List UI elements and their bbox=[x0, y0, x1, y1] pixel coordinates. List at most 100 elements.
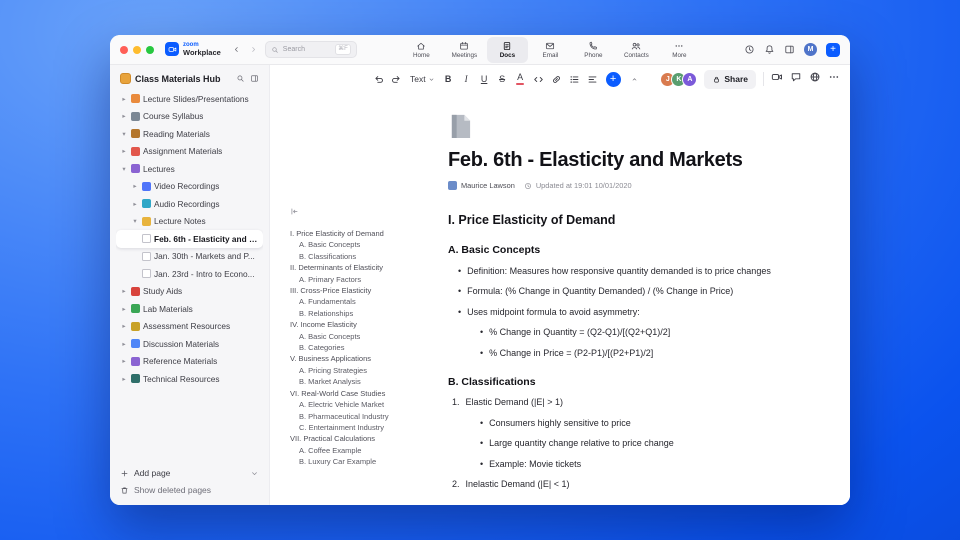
more-options-button[interactable] bbox=[828, 70, 840, 88]
chevron-right-icon[interactable]: ▸ bbox=[120, 305, 128, 313]
history-icon[interactable] bbox=[744, 44, 755, 55]
global-search-input[interactable]: Search ⌘F bbox=[264, 41, 357, 58]
chevron-right-icon[interactable]: ▸ bbox=[120, 287, 128, 295]
maximize-window-button[interactable] bbox=[146, 45, 154, 54]
language-button[interactable] bbox=[809, 70, 821, 88]
show-deleted-pages-button[interactable]: Show deleted pages bbox=[120, 485, 259, 495]
chevron-right-icon[interactable]: ▸ bbox=[120, 322, 128, 330]
nav-forward-button[interactable] bbox=[249, 45, 258, 54]
sidebar-item-study-aids[interactable]: ▸ Study Aids bbox=[116, 283, 263, 301]
outline-item-c-entertainment-industry[interactable]: C. Entertainment Industry bbox=[290, 422, 430, 433]
sidebar-item-video-recordings[interactable]: ▸ Video Recordings bbox=[116, 178, 263, 196]
chevron-down-icon[interactable]: ▾ bbox=[120, 165, 128, 173]
sidebar-item-assignment-materials[interactable]: ▸ Assignment Materials bbox=[116, 143, 263, 161]
underline-button[interactable]: U bbox=[476, 70, 493, 88]
collapse-toolbar-button[interactable] bbox=[626, 70, 643, 88]
tab-phone[interactable]: Phone bbox=[573, 37, 614, 63]
tab-meetings[interactable]: Meetings bbox=[444, 37, 485, 63]
side-panel-toggle-icon[interactable] bbox=[784, 44, 795, 55]
text-style-dropdown[interactable]: Text bbox=[406, 70, 439, 88]
chevron-right-icon[interactable]: ▸ bbox=[120, 340, 128, 348]
tab-contacts[interactable]: Contacts bbox=[616, 37, 657, 63]
outline-item-vii-practical-calculations[interactable]: VII. Practical Calculations bbox=[290, 433, 430, 444]
outline-item-b-pharmaceutical-industry[interactable]: B. Pharmaceutical Industry bbox=[290, 411, 430, 422]
chevron-right-icon[interactable]: ▸ bbox=[131, 182, 139, 190]
outline-item-b-relationships[interactable]: B. Relationships bbox=[290, 308, 430, 319]
undo-button[interactable] bbox=[370, 70, 387, 88]
outline-item-a-basic-concepts[interactable]: A. Basic Concepts bbox=[290, 331, 430, 342]
collaborator-avatar[interactable]: A bbox=[682, 71, 698, 87]
outline-item-b-categories[interactable]: B. Categories bbox=[290, 342, 430, 353]
sidebar-item-assessment-resources[interactable]: ▸ Assessment Resources bbox=[116, 318, 263, 336]
close-window-button[interactable] bbox=[120, 45, 128, 54]
user-avatar[interactable]: M bbox=[803, 43, 817, 56]
code-button[interactable] bbox=[530, 70, 547, 88]
outline-item-a-primary-factors[interactable]: A. Primary Factors bbox=[290, 274, 430, 285]
add-page-button[interactable]: Add page bbox=[120, 468, 259, 478]
link-button[interactable] bbox=[548, 70, 565, 88]
bold-button[interactable]: B bbox=[440, 70, 457, 88]
chevron-right-icon[interactable]: ▸ bbox=[120, 95, 128, 103]
sidebar-item-jan-30th-markets-and-p[interactable]: Jan. 30th - Markets and P... bbox=[116, 248, 263, 266]
outline-item-a-electric-vehicle-market[interactable]: A. Electric Vehicle Market bbox=[290, 399, 430, 410]
outline-item-b-classifications[interactable]: B. Classifications bbox=[290, 251, 430, 262]
document-canvas[interactable]: I. Price Elasticity of Demand A. Basic Co… bbox=[270, 93, 850, 505]
chevron-right-icon[interactable]: ▸ bbox=[120, 375, 128, 383]
chevron-right-icon[interactable]: ▸ bbox=[120, 357, 128, 365]
new-item-plus-button[interactable]: + bbox=[825, 42, 840, 57]
tab-home[interactable]: Home bbox=[401, 37, 442, 63]
outline-item-a-basic-concepts[interactable]: A. Basic Concepts bbox=[290, 239, 430, 250]
outline-item-i-price-elasticity-of-demand[interactable]: I. Price Elasticity of Demand bbox=[290, 228, 430, 239]
tab-more[interactable]: More bbox=[659, 37, 700, 63]
sidebar-item-feb-6th-elasticity-and-m[interactable]: Feb. 6th - Elasticity and M... bbox=[116, 230, 263, 248]
align-button[interactable] bbox=[584, 70, 601, 88]
outline-item-vi-real-world-case-studies[interactable]: VI. Real-World Case Studies bbox=[290, 388, 430, 399]
bullet-list-button[interactable] bbox=[566, 70, 583, 88]
chevron-down-icon[interactable]: ▾ bbox=[131, 217, 139, 225]
sidebar-item-technical-resources[interactable]: ▸ Technical Resources bbox=[116, 370, 263, 388]
sidebar-search-icon[interactable] bbox=[236, 74, 245, 83]
chevron-right-icon[interactable]: ▸ bbox=[120, 112, 128, 120]
strikethrough-button[interactable]: S bbox=[494, 70, 511, 88]
nav-back-button[interactable] bbox=[232, 45, 241, 54]
italic-button[interactable]: I bbox=[458, 70, 475, 88]
minimize-window-button[interactable] bbox=[133, 45, 141, 54]
redo-button[interactable] bbox=[388, 70, 405, 88]
sidebar-item-reference-materials[interactable]: ▸ Reference Materials bbox=[116, 353, 263, 371]
chevron-right-icon[interactable]: ▸ bbox=[131, 200, 139, 208]
outline-item-a-fundamentals[interactable]: A. Fundamentals bbox=[290, 296, 430, 307]
sidebar-item-course-syllabus[interactable]: ▸ Course Syllabus bbox=[116, 108, 263, 126]
sidebar-item-lecture-notes[interactable]: ▾ Lecture Notes bbox=[116, 213, 263, 231]
sidebar-item-discussion-materials[interactable]: ▸ Discussion Materials bbox=[116, 335, 263, 353]
sidebar-item-lab-materials[interactable]: ▸ Lab Materials bbox=[116, 300, 263, 318]
document-page-icon[interactable] bbox=[448, 113, 473, 140]
outline-item-b-luxury-car-example[interactable]: B. Luxury Car Example bbox=[290, 456, 430, 467]
text-color-button[interactable]: A bbox=[512, 70, 529, 88]
sidebar-item-reading-materials[interactable]: ▾ Reading Materials bbox=[116, 125, 263, 143]
tab-docs[interactable]: Docs bbox=[486, 36, 528, 63]
notifications-bell-icon[interactable] bbox=[764, 44, 775, 55]
collapse-outline-button[interactable] bbox=[290, 203, 430, 221]
sidebar-collapse-icon[interactable] bbox=[250, 74, 259, 83]
chevron-down-icon[interactable]: ▾ bbox=[120, 130, 128, 138]
sidebar-item-lecture-slides-presentations[interactable]: ▸ Lecture Slides/Presentations bbox=[116, 90, 263, 108]
outline-item-a-coffee-example[interactable]: A. Coffee Example bbox=[290, 445, 430, 456]
outline-item-ii-determinants-of-elasticity[interactable]: II. Determinants of Elasticity bbox=[290, 262, 430, 273]
sidebar-item-audio-recordings[interactable]: ▸ Audio Recordings bbox=[116, 195, 263, 213]
outline-item-a-pricing-strategies[interactable]: A. Pricing Strategies bbox=[290, 365, 430, 376]
add-page-chevron-icon[interactable] bbox=[250, 469, 259, 478]
start-video-button[interactable] bbox=[771, 70, 783, 88]
outline-item-iii-cross-price-elasticity[interactable]: III. Cross-Price Elasticity bbox=[290, 285, 430, 296]
undo-icon bbox=[373, 74, 384, 85]
outline-item-b-market-analysis[interactable]: B. Market Analysis bbox=[290, 376, 430, 387]
tab-email[interactable]: Email bbox=[530, 37, 571, 63]
comments-button[interactable] bbox=[790, 70, 802, 88]
insert-block-button[interactable]: + bbox=[605, 71, 621, 87]
sidebar-item-lectures[interactable]: ▾ Lectures bbox=[116, 160, 263, 178]
chevron-right-icon[interactable]: ▸ bbox=[120, 147, 128, 155]
share-button[interactable]: Share bbox=[704, 69, 756, 89]
sidebar-item-jan-23rd-intro-to-econo[interactable]: Jan. 23rd - Intro to Econo... bbox=[116, 265, 263, 283]
outline-item-iv-income-elasticity[interactable]: IV. Income Elasticity bbox=[290, 319, 430, 330]
outline-item-v-business-applications[interactable]: V. Business Applications bbox=[290, 353, 430, 364]
document-title[interactable]: Feb. 6th - Elasticity and Markets bbox=[448, 149, 784, 172]
